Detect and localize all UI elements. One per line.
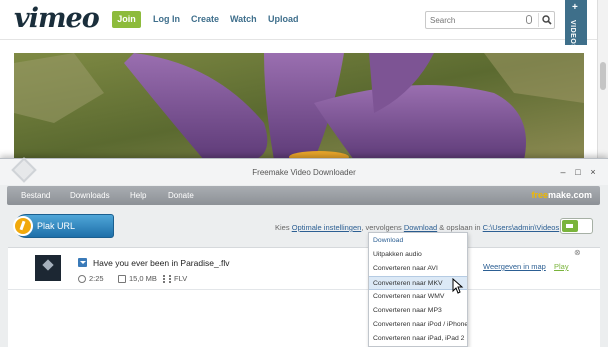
paste-url-button[interactable]: Plak URL bbox=[13, 214, 114, 238]
settings-line: Kies Optimale instellingen, vervolgens D… bbox=[275, 223, 560, 232]
menu-help[interactable]: Help bbox=[130, 191, 146, 200]
paste-url-label: Plak URL bbox=[37, 221, 76, 231]
freemake-window: Freemake Video Downloader – □ × Bestand … bbox=[0, 157, 608, 347]
option-convert-ipad[interactable]: Converteren naar iPad, iPad 2 bbox=[369, 332, 467, 346]
window-title: Freemake Video Downloader bbox=[252, 168, 356, 177]
video-type-icon bbox=[78, 258, 87, 267]
videos-tab-label: VIDEOS bbox=[569, 20, 576, 50]
save-path-link[interactable]: C:\Users\admin\Videos bbox=[483, 223, 560, 232]
paste-link-icon bbox=[13, 216, 33, 236]
menu-donate[interactable]: Donate bbox=[168, 191, 194, 200]
video-player-frame[interactable] bbox=[14, 53, 584, 160]
video-still-flower bbox=[14, 53, 584, 160]
one-click-toggle[interactable] bbox=[560, 218, 593, 234]
toggle-knob bbox=[562, 220, 578, 232]
option-convert-avi[interactable]: Converteren naar AVI bbox=[369, 262, 467, 276]
menu-bar: Bestand Downloads Help Donate freemake.c… bbox=[7, 186, 600, 205]
vimeo-header: vimeo Join Log In Create Watch Upload bbox=[0, 0, 608, 40]
microphone-icon[interactable] bbox=[526, 15, 532, 24]
search-icon bbox=[542, 15, 552, 25]
download-list: Have you ever been in Paradise_.flv 2:25… bbox=[8, 247, 600, 347]
option-extract-audio[interactable]: Uitpakken audio bbox=[369, 248, 467, 262]
clock-icon bbox=[78, 275, 86, 283]
video-size: 15,0 MB bbox=[129, 274, 157, 283]
plus-icon: + bbox=[572, 2, 578, 13]
option-convert-mp3[interactable]: Converteren naar MP3 bbox=[369, 304, 467, 318]
option-download[interactable]: Download bbox=[369, 234, 467, 248]
toolbar: Plak URL Kies Optimale instellingen, ver… bbox=[0, 207, 608, 245]
action-select-link[interactable]: Download bbox=[404, 223, 437, 232]
optimal-settings-link[interactable]: Optimale instellingen bbox=[292, 223, 362, 232]
show-in-folder-link[interactable]: Weergeven in map bbox=[483, 262, 546, 271]
search-input[interactable] bbox=[426, 12, 522, 28]
page-scrollbar[interactable] bbox=[597, 0, 608, 160]
join-button[interactable]: Join bbox=[112, 11, 141, 28]
videos-side-tab[interactable]: + VIDEOS bbox=[565, 0, 587, 49]
nav-watch[interactable]: Watch bbox=[230, 14, 257, 24]
video-format: FLV bbox=[174, 274, 188, 283]
video-duration: 2:25 bbox=[89, 274, 104, 283]
freemake-brand[interactable]: freemake.com bbox=[531, 190, 592, 200]
title-bar[interactable]: Freemake Video Downloader – □ × bbox=[0, 157, 608, 185]
vimeo-logo[interactable]: vimeo bbox=[14, 3, 100, 34]
nav-upload[interactable]: Upload bbox=[268, 14, 299, 24]
search-button[interactable] bbox=[538, 13, 554, 27]
play-link[interactable]: Play bbox=[554, 262, 569, 271]
video-thumbnail bbox=[35, 255, 61, 281]
search-box bbox=[425, 11, 555, 29]
remove-item-icon[interactable]: ⊗ bbox=[574, 248, 581, 257]
scrollbar-thumb[interactable] bbox=[600, 62, 606, 90]
close-icon[interactable]: × bbox=[588, 167, 598, 177]
option-convert-ipod-iphone[interactable]: Converteren naar iPod / iPhone bbox=[369, 318, 467, 332]
format-icon bbox=[163, 275, 171, 283]
menu-downloads[interactable]: Downloads bbox=[70, 191, 110, 200]
file-size-icon bbox=[118, 275, 126, 283]
download-item[interactable]: Have you ever been in Paradise_.flv 2:25… bbox=[8, 248, 600, 290]
nav-create[interactable]: Create bbox=[191, 14, 219, 24]
minimize-icon[interactable]: – bbox=[558, 167, 568, 177]
nav-log-in[interactable]: Log In bbox=[153, 14, 180, 24]
video-title: Have you ever been in Paradise_.flv bbox=[93, 258, 230, 268]
maximize-icon[interactable]: □ bbox=[573, 167, 583, 177]
mouse-cursor-icon bbox=[452, 278, 464, 294]
menu-bestand[interactable]: Bestand bbox=[21, 191, 50, 200]
